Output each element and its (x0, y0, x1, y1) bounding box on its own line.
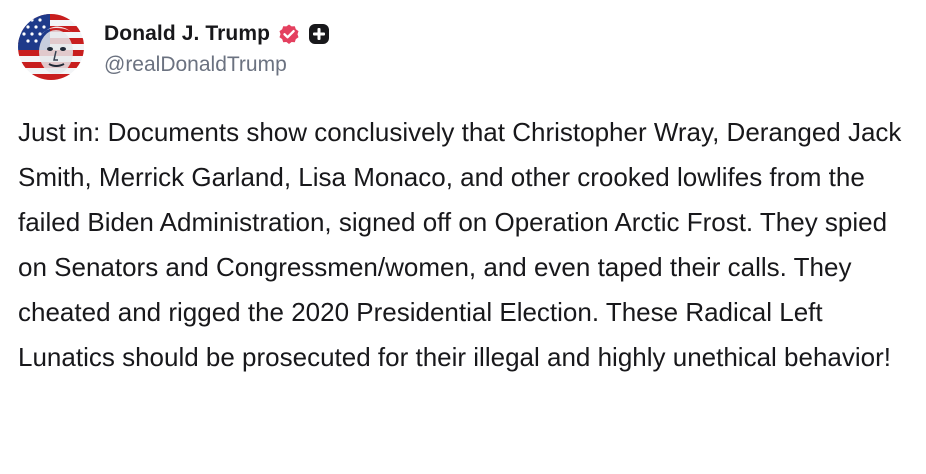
author-names: Donald J. Trump @realDonaldTrump (104, 17, 330, 77)
avatar[interactable] (18, 14, 84, 80)
post-card: Donald J. Trump @realDonaldTrump Just in… (0, 0, 926, 474)
author-handle[interactable]: @realDonaldTrump (104, 53, 330, 77)
author-display-name[interactable]: Donald J. Trump (104, 22, 270, 46)
name-row: Donald J. Trump (104, 17, 330, 51)
post-header: Donald J. Trump @realDonaldTrump (18, 14, 330, 80)
flag-portrait-avatar-icon (18, 14, 84, 80)
plus-badge-icon (308, 23, 330, 45)
verified-badge-icon (277, 22, 301, 46)
post-text: Just in: Documents show conclusively tha… (18, 117, 902, 372)
